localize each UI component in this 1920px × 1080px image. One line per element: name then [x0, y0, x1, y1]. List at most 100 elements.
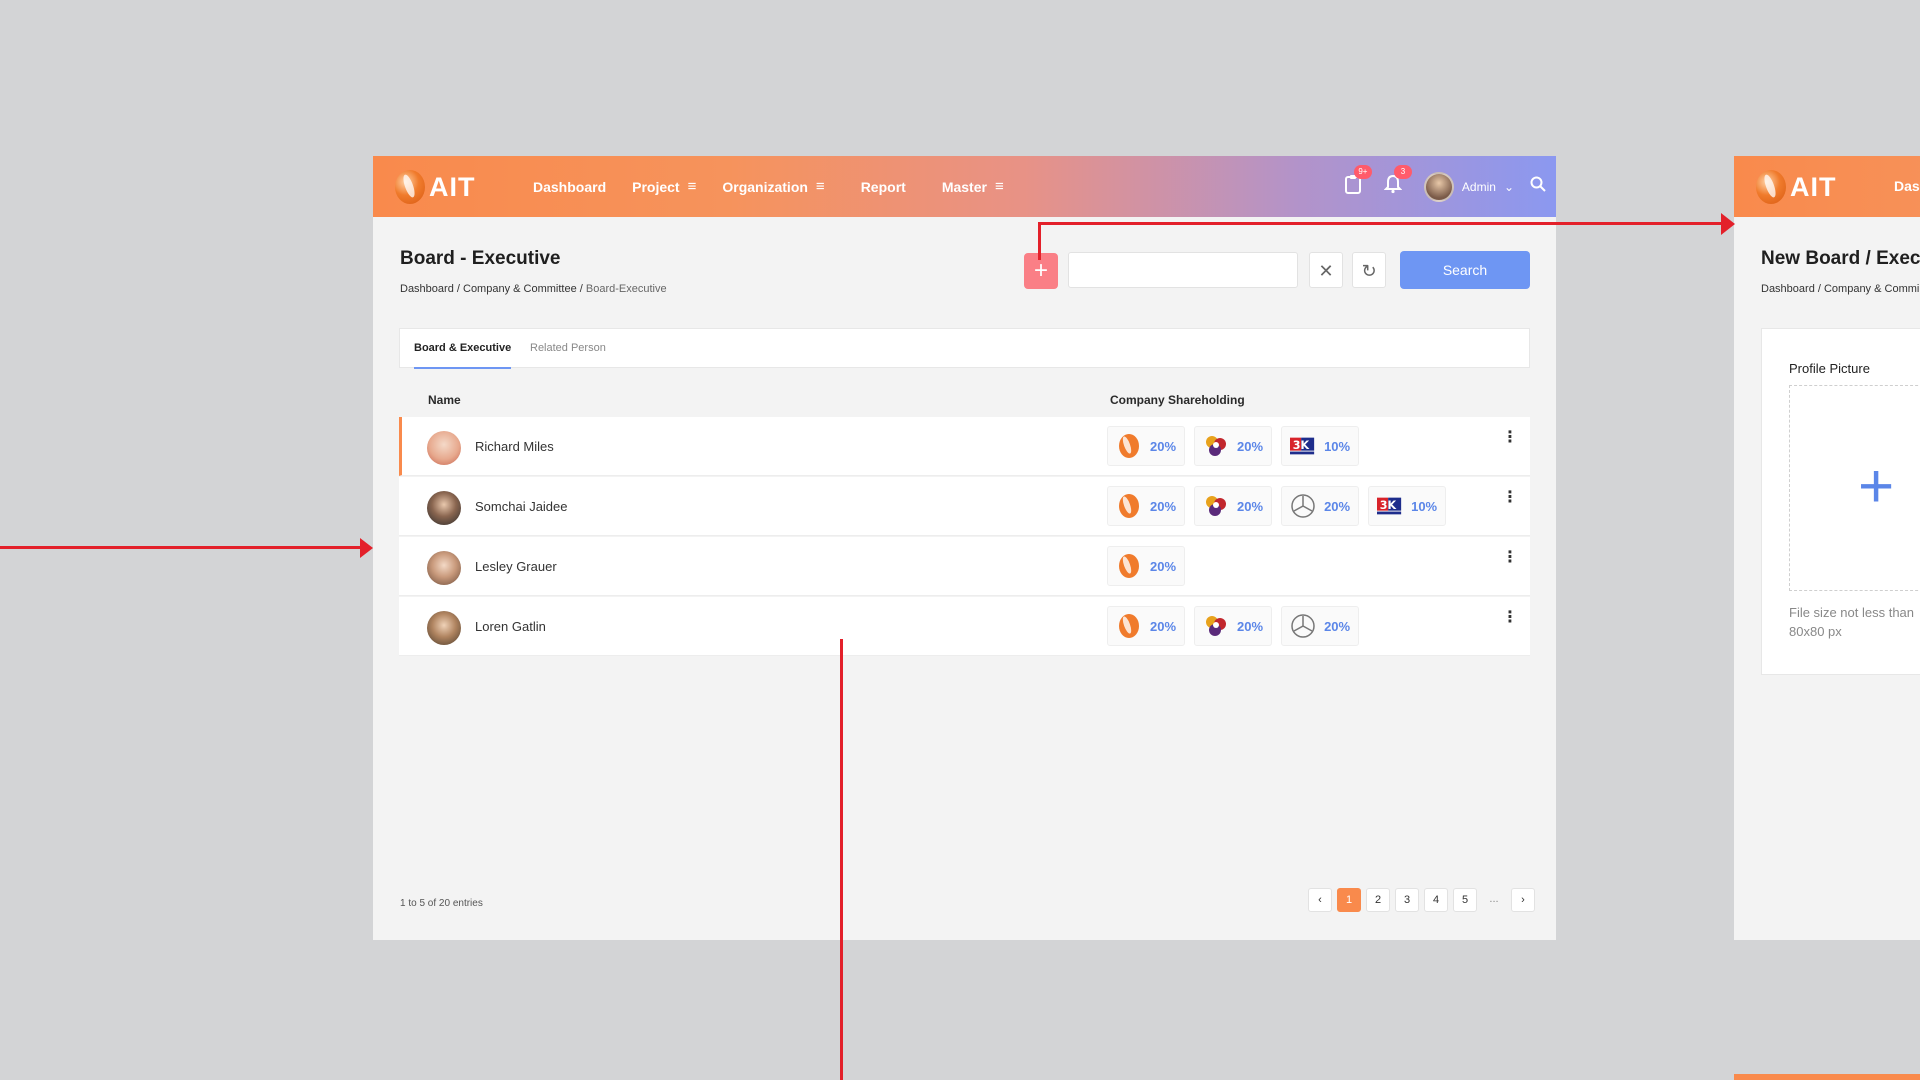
search-button[interactable]: Search	[1400, 251, 1530, 289]
person-name: Somchai Jaidee	[475, 499, 568, 514]
profile-picture-upload[interactable]: +	[1789, 385, 1920, 591]
ait-logo-icon	[1116, 553, 1142, 579]
close-icon: ✕	[1318, 261, 1334, 281]
brand-logo[interactable]: AIT	[395, 167, 476, 207]
nav-label: Organization	[722, 178, 808, 195]
refresh-icon: ↻	[1361, 261, 1377, 281]
breadcrumb-link[interactable]: Company & Committee	[463, 283, 577, 295]
page-button[interactable]: 4	[1424, 888, 1448, 912]
avatar	[427, 431, 461, 465]
refresh-button[interactable]: ↻	[1352, 252, 1386, 288]
3k-battery-logo-icon: 3K	[1377, 493, 1403, 519]
tab-bar: Board & Executive Related Person	[399, 328, 1530, 369]
nav-report[interactable]: Report	[861, 179, 906, 195]
shareholding-chip[interactable]: 20%	[1107, 486, 1186, 526]
prev-page-button[interactable]: ‹	[1308, 888, 1332, 912]
pagination: ‹ 1 2 3 4 5 ... ›	[1308, 888, 1540, 912]
share-percent: 20%	[1237, 618, 1264, 634]
table-row[interactable]: Somchai Jaidee 20% 20% 20% 3K 10% ⋮	[399, 477, 1530, 536]
ait-logo-icon	[1116, 493, 1142, 519]
nav-master[interactable]: Master ≡	[942, 178, 1004, 195]
nav-label: Project	[632, 178, 680, 195]
breadcrumb-link[interactable]: Dashboard	[400, 283, 454, 295]
chevron-down-icon: ⌄	[1503, 179, 1514, 194]
tab-related-person[interactable]: Related Person	[530, 329, 606, 367]
shareholding-chip[interactable]: 20%	[1107, 426, 1186, 466]
mixed-brand-logo-icon	[1203, 433, 1229, 459]
page-button[interactable]: 1	[1337, 888, 1361, 912]
breadcrumb: Dashboard / Company & Commi	[1761, 283, 1920, 295]
upload-hint: File size not less than 80x80 px	[1789, 605, 1915, 639]
column-header-shareholding: Company Shareholding	[1110, 393, 1245, 407]
user-menu[interactable]: Admin ⌄	[1423, 171, 1514, 202]
page-button[interactable]: 5	[1453, 888, 1477, 912]
page-title: Board - Executive	[400, 248, 561, 269]
search-input[interactable]	[1068, 252, 1298, 288]
ait-logo-icon	[395, 170, 425, 204]
avatar	[427, 551, 461, 585]
more-options-icon[interactable]: ⋮	[1502, 610, 1518, 626]
column-header-name: Name	[428, 393, 461, 407]
more-options-icon[interactable]: ⋮	[1502, 550, 1518, 566]
3k-battery-logo-icon: 3K	[1290, 433, 1316, 459]
share-percent: 20%	[1237, 498, 1264, 514]
shareholding-chip[interactable]: 20%	[1194, 426, 1273, 466]
clear-search-button[interactable]: ✕	[1309, 252, 1343, 288]
ait-logo-icon	[1116, 613, 1142, 639]
mixed-brand-logo-icon	[1203, 613, 1229, 639]
svg-text:3K: 3K	[1380, 499, 1397, 512]
page-title: New Board / Execut	[1761, 248, 1920, 269]
profile-card: Profile Picture + File size not less tha…	[1761, 328, 1920, 675]
clipboard-icon[interactable]: 9+	[1344, 164, 1372, 200]
entries-info: 1 to 5 of 20 entries	[400, 898, 483, 909]
nav-organization[interactable]: Organization ≡	[722, 178, 824, 195]
share-percent: 20%	[1237, 438, 1264, 454]
notification-badge: 3	[1393, 164, 1412, 179]
shareholding-chip[interactable]: 3K 10%	[1281, 426, 1360, 466]
more-options-icon[interactable]: ⋮	[1502, 430, 1518, 446]
annotation-arrowhead	[360, 538, 373, 558]
new-board-window: AIT Dash New Board / Execut Dashboard / …	[1734, 156, 1920, 940]
mixed-brand-logo-icon	[1203, 493, 1229, 519]
page-ellipsis: ...	[1489, 893, 1499, 905]
table-row[interactable]: Loren Gatlin 20% 20% 20% ⋮	[399, 597, 1530, 656]
search-icon[interactable]	[1530, 176, 1546, 197]
page-button[interactable]: 3	[1395, 888, 1419, 912]
nav-dashboard[interactable]: Dash	[1894, 178, 1920, 194]
table-row[interactable]: Richard Miles 20% 20% 3K 10% ⋮	[399, 417, 1530, 476]
shareholding-chip[interactable]: 20%	[1194, 606, 1273, 646]
nav-dashboard[interactable]: Dashboard	[533, 179, 606, 195]
share-percent: 20%	[1150, 558, 1177, 574]
tab-board-executive[interactable]: Board & Executive	[414, 329, 512, 369]
add-button[interactable]: +	[1024, 253, 1058, 289]
brand-logo[interactable]: AIT	[1756, 167, 1837, 207]
breadcrumb-current: Board-Executive	[585, 283, 667, 295]
user-name: Admin	[1461, 179, 1496, 194]
bell-icon[interactable]: 3	[1383, 164, 1412, 200]
plus-icon: +	[1858, 452, 1895, 521]
person-name: Richard Miles	[475, 439, 554, 454]
top-navbar: AIT Dashboard Project ≡ Organization ≡ R…	[373, 156, 1556, 217]
bottom-accent-strip	[1734, 1074, 1920, 1080]
person-name: Lesley Grauer	[475, 559, 557, 574]
table-row[interactable]: Lesley Grauer 20% ⋮	[399, 537, 1530, 596]
next-page-button[interactable]: ›	[1511, 888, 1535, 912]
annotation-arrow-add	[1038, 222, 1041, 260]
mercedes-logo-icon	[1290, 493, 1316, 519]
shareholding-chip[interactable]: 20%	[1281, 606, 1360, 646]
shareholding-chip[interactable]: 20%	[1107, 546, 1186, 586]
logo-text: AIT	[1790, 171, 1837, 202]
avatar	[427, 611, 461, 645]
annotation-arrow-left	[0, 546, 362, 549]
nav-project[interactable]: Project ≡	[632, 178, 696, 195]
shareholding-chip[interactable]: 20%	[1281, 486, 1360, 526]
shareholding-chip[interactable]: 3K 10%	[1368, 486, 1447, 526]
menu-icon: ≡	[687, 178, 697, 195]
share-percent: 20%	[1150, 438, 1177, 454]
top-navbar: AIT Dash	[1734, 156, 1920, 217]
more-options-icon[interactable]: ⋮	[1502, 490, 1518, 506]
page-button[interactable]: 2	[1366, 888, 1390, 912]
shareholding-chip[interactable]: 20%	[1194, 486, 1273, 526]
shareholding-chip[interactable]: 20%	[1107, 606, 1186, 646]
person-name: Loren Gatlin	[475, 619, 546, 634]
